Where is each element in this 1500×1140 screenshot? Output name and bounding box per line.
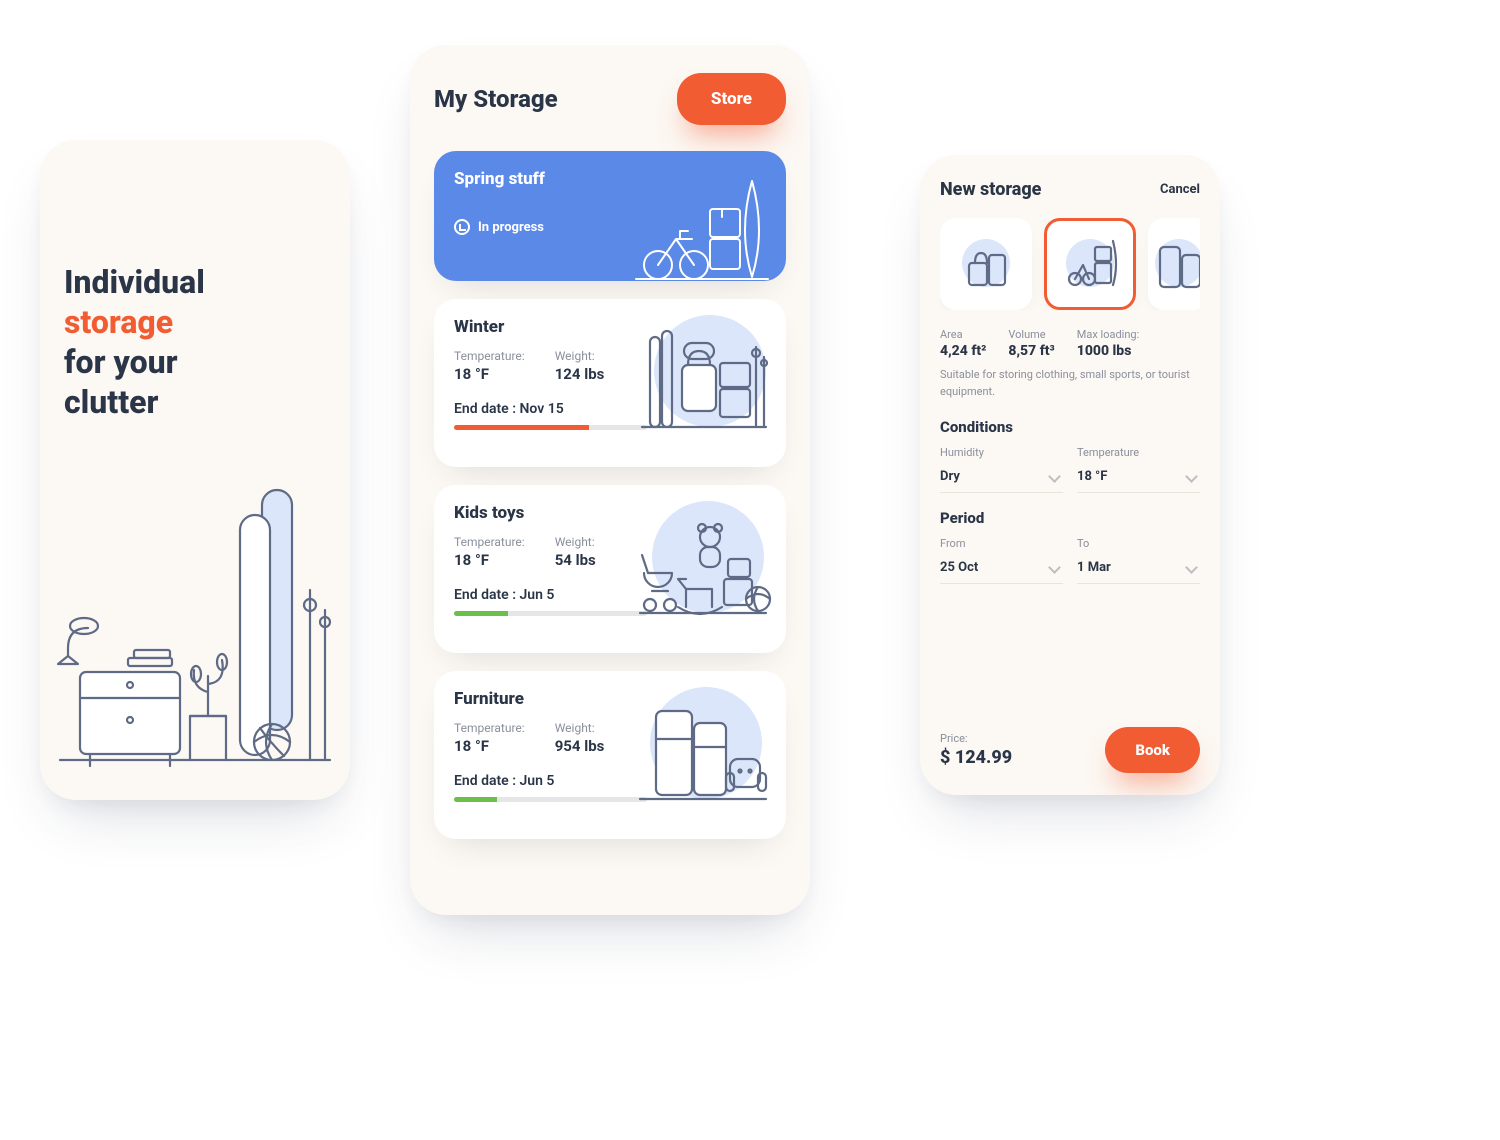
headline: Individual storage for your clutter <box>64 262 326 422</box>
storage-card-kids[interactable]: Kids toys Temperature: 18 °F Weight: 54 … <box>434 485 786 653</box>
storage-list-screen: My Storage Store Spring stuff In progres… <box>410 45 810 915</box>
form-header: New storage Cancel <box>940 179 1200 200</box>
to-select[interactable]: 1 Mar <box>1077 554 1200 584</box>
headline-line-2: storage <box>64 303 173 341</box>
from-value: 25 Oct <box>940 560 978 575</box>
size-description: Suitable for storing clothing, small spo… <box>940 367 1200 400</box>
humidity-label: Humidity <box>940 446 1063 459</box>
cancel-button[interactable]: Cancel <box>1160 182 1200 197</box>
page-title: My Storage <box>434 85 558 113</box>
weight-label: Weight: <box>555 349 605 363</box>
weight-value: 54 lbs <box>555 551 596 569</box>
size-tile-small[interactable] <box>940 218 1032 310</box>
price-label: Price: <box>940 732 1012 745</box>
progress-bar <box>454 425 647 430</box>
chevron-down-icon <box>1048 561 1061 574</box>
clutter-illustration <box>40 460 350 800</box>
storage-card-furniture[interactable]: Furniture Temperature: 18 °F Weight: 954… <box>434 671 786 839</box>
volume-value: 8,57 ft³ <box>1008 343 1054 359</box>
temperature-select[interactable]: 18 °F <box>1077 463 1200 493</box>
clock-icon <box>454 219 470 235</box>
to-value: 1 Mar <box>1077 560 1111 575</box>
spec-row: Area 4,24 ft² Volume 8,57 ft³ Max loadin… <box>940 328 1200 359</box>
chevron-down-icon <box>1185 470 1198 483</box>
temperature-label: Temperature: <box>454 349 525 363</box>
maxload-value: 1000 lbs <box>1077 343 1140 359</box>
volume-label: Volume <box>1008 328 1054 341</box>
form-title: New storage <box>940 179 1041 200</box>
book-button[interactable]: Book <box>1105 727 1200 773</box>
progress-bar <box>454 797 647 802</box>
from-label: From <box>940 537 1063 550</box>
temperature-value: 18 °F <box>454 737 525 755</box>
weight-value: 954 lbs <box>555 737 605 755</box>
maxload-label: Max loading: <box>1077 328 1140 341</box>
price-value: $ 124.99 <box>940 747 1012 768</box>
temperature-label: Temperature <box>1077 446 1200 459</box>
weight-value: 124 lbs <box>555 365 605 383</box>
headline-line-1: Individual <box>64 263 205 301</box>
landing-screen: Individual storage for your clutter <box>40 140 350 800</box>
temperature-value: 18 °F <box>454 551 525 569</box>
progress-bar <box>454 611 647 616</box>
progress-fill <box>454 797 497 802</box>
conditions-heading: Conditions <box>940 418 1200 436</box>
humidity-value: Dry <box>940 469 960 484</box>
winter-illustration <box>632 309 772 439</box>
chevron-down-icon <box>1185 561 1198 574</box>
temperature-value: 18 °F <box>454 365 525 383</box>
from-select[interactable]: 25 Oct <box>940 554 1063 584</box>
progress-fill <box>454 611 508 616</box>
size-picker <box>940 218 1200 310</box>
headline-line-4: clutter <box>64 383 158 421</box>
storage-card-spring[interactable]: Spring stuff In progress <box>434 151 786 281</box>
size-tile-large[interactable] <box>1148 218 1200 310</box>
status-label: In progress <box>478 220 544 235</box>
headline-line-3: for your <box>64 343 178 381</box>
area-label: Area <box>940 328 986 341</box>
progress-fill <box>454 425 589 430</box>
temperature-label: Temperature: <box>454 721 525 735</box>
weight-label: Weight: <box>555 721 605 735</box>
furniture-illustration <box>632 681 772 811</box>
humidity-select[interactable]: Dry <box>940 463 1063 493</box>
store-button[interactable]: Store <box>677 73 786 125</box>
weight-label: Weight: <box>555 535 596 549</box>
temperature-label: Temperature: <box>454 535 525 549</box>
form-footer: Price: $ 124.99 Book <box>940 727 1200 773</box>
period-heading: Period <box>940 509 1200 527</box>
area-value: 4,24 ft² <box>940 343 986 359</box>
list-header: My Storage Store <box>434 73 786 125</box>
new-storage-screen: New storage Cancel <box>920 155 1220 795</box>
size-tile-medium[interactable] <box>1044 218 1136 310</box>
temperature-value: 18 °F <box>1077 469 1107 484</box>
spring-illustration <box>632 161 772 291</box>
to-label: To <box>1077 537 1200 550</box>
price: Price: $ 124.99 <box>940 732 1012 768</box>
kids-illustration <box>632 495 772 625</box>
storage-card-winter[interactable]: Winter Temperature: 18 °F Weight: 124 lb… <box>434 299 786 467</box>
chevron-down-icon <box>1048 470 1061 483</box>
